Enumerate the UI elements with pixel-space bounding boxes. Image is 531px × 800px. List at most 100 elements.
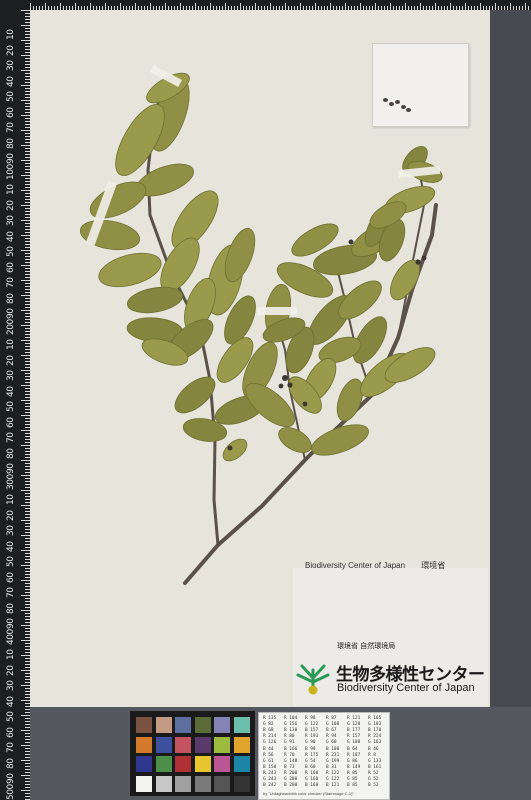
color-value-cell: B 64 (347, 746, 358, 752)
leaf (222, 438, 248, 462)
leaf (98, 252, 162, 288)
color-value-cell: G 133 (368, 758, 382, 764)
color-swatch (136, 736, 152, 753)
color-swatch (155, 756, 172, 772)
color-value-cell: B 73 (284, 764, 295, 770)
color-swatch (155, 775, 172, 792)
color-value-cell: B 177 (347, 728, 361, 734)
color-swatch (136, 775, 152, 792)
color-value-cell: R 80 (284, 734, 295, 740)
color-value-cell: R 200 (284, 770, 298, 776)
color-value-cell: B 46 (368, 746, 379, 752)
color-value-cell: B 121 (326, 783, 340, 789)
color-value-cell: R 165 (368, 716, 382, 721)
color-value-cell: R 98 (305, 716, 316, 721)
color-swatch (194, 736, 211, 753)
color-swatch (214, 756, 230, 772)
color-value-cell: R 87 (326, 716, 337, 721)
color-value-cell: B 166 (284, 746, 298, 752)
color-value-cell: R 70 (284, 752, 295, 758)
color-value-cell: G 85 (347, 777, 358, 782)
color-value-cell: R 175 (305, 752, 319, 758)
color-swatch (194, 717, 211, 733)
color-value-cell: G 183 (368, 722, 382, 728)
color-swatch (194, 756, 211, 772)
color-value-cell: G 52 (368, 777, 379, 782)
color-value-cell: R 231 (326, 752, 340, 758)
color-value-cell: B 68 (263, 728, 274, 734)
color-value-cell: B 160 (305, 783, 319, 789)
color-value-cell: B 149 (347, 764, 361, 770)
label-header-right: 環境省 (421, 561, 446, 570)
color-value-cell: G 90 (305, 740, 316, 746)
color-value-cell: B 67 (326, 728, 337, 734)
color-value-cell: R 224 (368, 734, 382, 740)
color-checker-card (130, 711, 255, 796)
color-swatch (175, 756, 191, 772)
color-swatch (214, 775, 230, 792)
color-value-cell: G 86 (347, 758, 358, 764)
color-swatch (175, 775, 191, 792)
color-value-cell: R 157 (347, 734, 361, 740)
color-value-cell: R 187 (347, 752, 361, 758)
color-value-cell: R 104 (284, 716, 298, 721)
color-value-cell: B 99 (305, 746, 316, 752)
color-value-cell: G 61 (263, 758, 274, 764)
color-value-cell: B 52 (368, 783, 379, 789)
color-value-cell: G 108 (326, 722, 340, 728)
color-value-cell: R 121 (347, 716, 361, 721)
color-swatch (175, 736, 191, 753)
color-value-card: by "Untaghbacheth color checker (Stammag… (258, 712, 390, 800)
color-swatch (155, 717, 172, 733)
color-value-cell: R 160 (305, 770, 319, 776)
color-value-cell: G 122 (326, 777, 340, 782)
color-value-cell: G 160 (305, 777, 319, 782)
color-swatch (233, 775, 250, 792)
color-value-cell: B 31 (326, 764, 337, 770)
color-value-cell: B 44 (263, 746, 274, 752)
color-value-cell: R 214 (263, 734, 277, 740)
color-value-cell: G 200 (284, 777, 298, 782)
color-swatch (233, 736, 250, 753)
color-swatch (136, 717, 152, 733)
color-card-footer: by "Untaghbacheth color checker (Stammag… (263, 791, 354, 796)
color-value-cell: G 91 (284, 740, 295, 746)
color-value-cell: G 163 (368, 740, 382, 746)
color-swatch (155, 736, 172, 753)
color-value-cell: R 56 (263, 752, 274, 758)
color-value-cell: B 157 (305, 728, 319, 734)
ministry-name: 環境省 自然環境局 (337, 642, 396, 650)
color-swatch (136, 756, 152, 772)
color-value-cell: G 122 (305, 722, 319, 728)
color-swatch (194, 775, 211, 792)
color-value-cell: R 52 (368, 770, 379, 776)
color-value-cell: G 82 (263, 722, 274, 728)
color-value-cell: B 130 (284, 728, 298, 734)
color-swatch (214, 736, 230, 753)
color-value-cell: G 243 (263, 777, 277, 782)
color-value-cell: R 8 (368, 752, 376, 758)
color-value-cell: R 243 (263, 770, 277, 776)
color-value-cell: R 85 (347, 770, 358, 776)
color-value-cell: G 199 (326, 758, 340, 764)
color-value-cell: G 188 (347, 740, 361, 746)
color-value-cell: R 122 (326, 770, 340, 776)
color-value-cell: R 193 (305, 734, 319, 740)
color-swatch (175, 717, 191, 733)
color-value-cell: G 126 (263, 740, 277, 746)
color-value-cell: B 200 (284, 783, 298, 789)
color-value-cell: G 60 (326, 740, 337, 746)
color-value-cell: B 85 (347, 783, 358, 789)
color-value-cell: B 242 (263, 783, 277, 789)
label-header: Biodiversity Center of Japan 環境省 (305, 560, 485, 572)
color-value-cell: B 161 (368, 764, 382, 770)
color-value-cell: G 54 (305, 758, 316, 764)
leaf (278, 427, 312, 453)
leaf (79, 219, 141, 251)
color-value-cell: G 148 (284, 758, 298, 764)
color-value-cell: G 128 (347, 722, 361, 728)
color-value-cell: B 108 (326, 746, 340, 752)
biodiversity-center-logo (296, 664, 330, 695)
color-value-cell: B 60 (305, 764, 316, 770)
color-swatch (214, 717, 230, 733)
